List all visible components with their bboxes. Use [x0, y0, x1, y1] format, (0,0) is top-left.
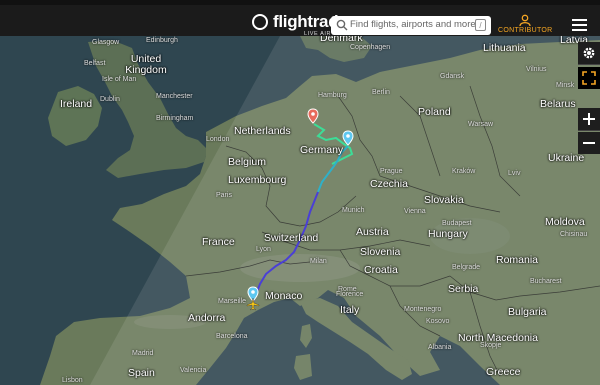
expand-icon	[582, 71, 596, 85]
search-box[interactable]: Find flights, airports and more /	[331, 16, 491, 35]
country-label: Spain	[128, 367, 155, 379]
search-shortcut-key: /	[475, 19, 486, 31]
country-label: Ireland	[60, 98, 93, 110]
country-label: Belgium	[228, 156, 266, 168]
top-navigation-bar: flightradar LIVE AIR TRAFFIC Find flight…	[0, 5, 600, 38]
country-label: Albania	[428, 344, 452, 351]
country-label: Hungary	[428, 228, 468, 240]
city-label: Lviv	[508, 170, 521, 177]
city-label: Florence	[336, 291, 364, 298]
country-label: Lithuania	[483, 42, 526, 54]
city-label: Skopje	[480, 342, 502, 349]
city-label: Gdansk	[440, 73, 465, 80]
city-label: Munich	[342, 207, 365, 214]
country-label: Slovenia	[360, 246, 401, 258]
city-label: Lisbon	[62, 377, 83, 384]
country-label: Austria	[356, 226, 389, 238]
city-label: Vilnius	[526, 66, 547, 73]
city-label: Barcelona	[216, 333, 248, 340]
country-label: Bulgaria	[508, 306, 547, 318]
city-label: Hamburg	[318, 92, 347, 99]
city-label: Dublin	[100, 96, 120, 103]
city-label: Minsk	[556, 82, 575, 89]
zoom-out-button[interactable]	[578, 132, 600, 154]
city-label: Berlin	[372, 89, 390, 96]
country-label: France	[202, 236, 235, 248]
map-view[interactable]: Lithuania Latvia Denmark United Kingdom …	[0, 36, 600, 385]
plus-icon	[583, 113, 595, 125]
city-label: Paris	[216, 192, 232, 199]
country-label: Isle of Man	[102, 76, 137, 83]
country-label: Andorra	[188, 312, 226, 324]
country-label: Poland	[418, 106, 451, 118]
city-label: Madrid	[132, 350, 154, 357]
country-label: Romania	[496, 254, 539, 266]
contributor-label: CONTRIBUTOR	[498, 27, 553, 34]
hamburger-menu-icon[interactable]	[572, 19, 587, 31]
country-label: United Kingdom	[125, 53, 167, 76]
city-label: Vienna	[404, 208, 426, 215]
country-label: Denmark	[320, 36, 363, 44]
country-label: Monaco	[265, 290, 303, 302]
city-label: Marseille	[218, 298, 247, 305]
city-label: Belgrade	[452, 264, 481, 271]
country-label: Greece	[486, 366, 521, 378]
radar-logo-icon	[252, 14, 268, 30]
country-label: Belarus	[540, 98, 576, 110]
city-label: Lyon	[256, 246, 271, 253]
city-label: Warsaw	[468, 121, 494, 128]
country-label: Serbia	[448, 283, 479, 295]
country-label: Montenegro	[404, 306, 442, 313]
city-label: Birmingham	[156, 115, 194, 122]
zoom-in-button[interactable]	[578, 108, 600, 131]
contributor-button[interactable]: CONTRIBUTOR	[498, 14, 552, 38]
fullscreen-button[interactable]	[578, 67, 600, 89]
settings-button[interactable]	[578, 42, 600, 65]
country-label: Netherlands	[234, 125, 291, 137]
city-label: Budapest	[442, 220, 472, 227]
country-label: Germany	[300, 144, 344, 156]
country-label: Czechia	[370, 178, 408, 190]
country-label: Italy	[340, 304, 360, 316]
country-label: Croatia	[364, 264, 398, 276]
city-label: Manchester	[156, 93, 193, 100]
city-label: Glasgow	[92, 39, 120, 46]
city-label: Milan	[310, 258, 327, 265]
country-label: Slovakia	[424, 194, 464, 206]
city-label: Valencia	[180, 367, 207, 374]
search-placeholder: Find flights, airports and more	[350, 19, 476, 30]
gear-icon	[583, 47, 595, 59]
city-label: Kraków	[452, 168, 476, 175]
city-label: Prague	[380, 168, 403, 175]
user-icon	[519, 14, 531, 26]
country-label: Moldova	[545, 216, 585, 228]
country-label: Kosovo	[426, 318, 450, 325]
city-label: London	[206, 136, 230, 143]
city-label: Edinburgh	[146, 37, 178, 44]
minus-icon	[583, 142, 595, 144]
city-label: Copenhagen	[350, 44, 391, 51]
city-label: Bucharest	[530, 278, 562, 285]
search-icon	[336, 19, 348, 31]
city-label: Belfast	[84, 60, 106, 67]
city-label: Chisinau	[560, 231, 588, 238]
country-label: Luxembourg	[228, 174, 287, 186]
country-label: Switzerland	[264, 232, 319, 244]
